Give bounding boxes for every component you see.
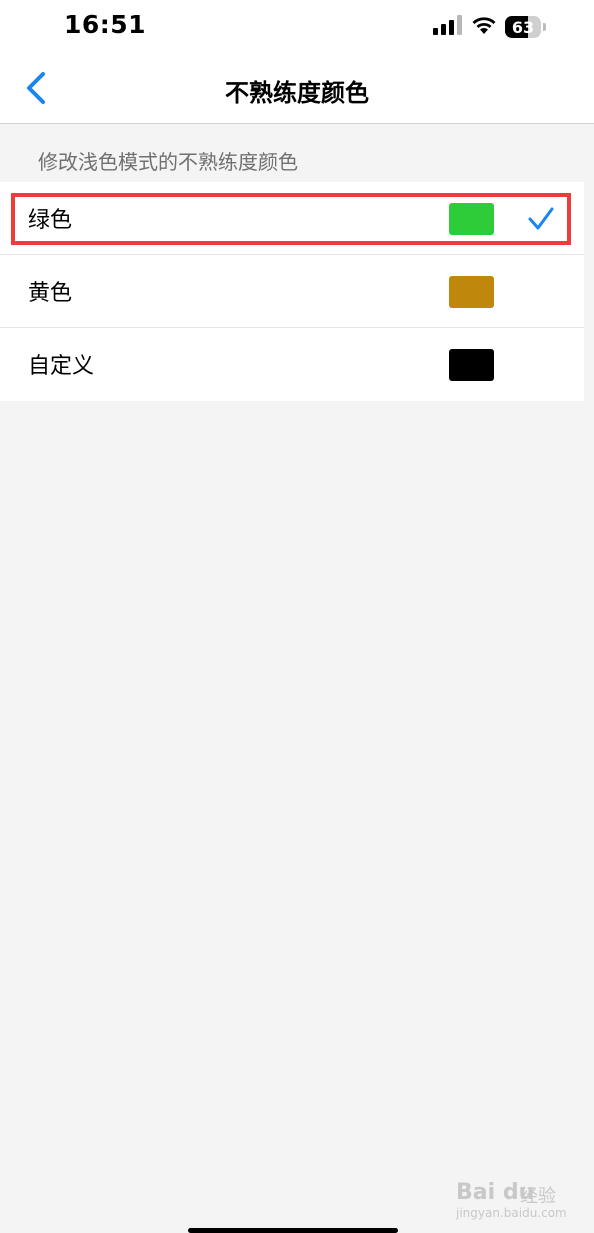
checkmark-icon bbox=[527, 206, 555, 232]
option-row-custom[interactable]: 自定义 bbox=[0, 328, 584, 401]
watermark: Bai du 经验 jingyan.baidu.com bbox=[456, 1168, 586, 1224]
watermark-url: jingyan.baidu.com bbox=[456, 1206, 567, 1220]
battery-cap bbox=[543, 23, 546, 31]
color-swatch bbox=[449, 276, 494, 308]
nav-bar: 不熟练度颜色 bbox=[0, 56, 594, 124]
status-bar: 16:51 63 bbox=[0, 0, 594, 56]
home-indicator bbox=[188, 1228, 398, 1233]
cellular-signal-icon bbox=[433, 15, 463, 39]
option-label: 黄色 bbox=[28, 281, 73, 306]
option-label: 自定义 bbox=[28, 354, 95, 379]
battery-level-text: 63 bbox=[511, 17, 535, 37]
color-swatch bbox=[449, 349, 494, 381]
page-title: 不熟练度颜色 bbox=[225, 79, 369, 107]
watermark-suffix: 经验 bbox=[520, 1186, 556, 1207]
wifi-icon bbox=[471, 15, 497, 39]
color-options-list: 绿色 黄色 自定义 bbox=[0, 182, 584, 401]
color-swatch bbox=[449, 203, 494, 235]
option-label: 绿色 bbox=[28, 208, 73, 233]
option-row-yellow[interactable]: 黄色 bbox=[0, 255, 584, 328]
battery-icon: 63 bbox=[505, 16, 541, 38]
section-header: 修改浅色模式的不熟练度颜色 bbox=[38, 150, 298, 174]
status-icons: 63 bbox=[433, 14, 546, 40]
option-row-green[interactable]: 绿色 bbox=[0, 182, 584, 255]
status-time: 16:51 bbox=[64, 10, 147, 39]
